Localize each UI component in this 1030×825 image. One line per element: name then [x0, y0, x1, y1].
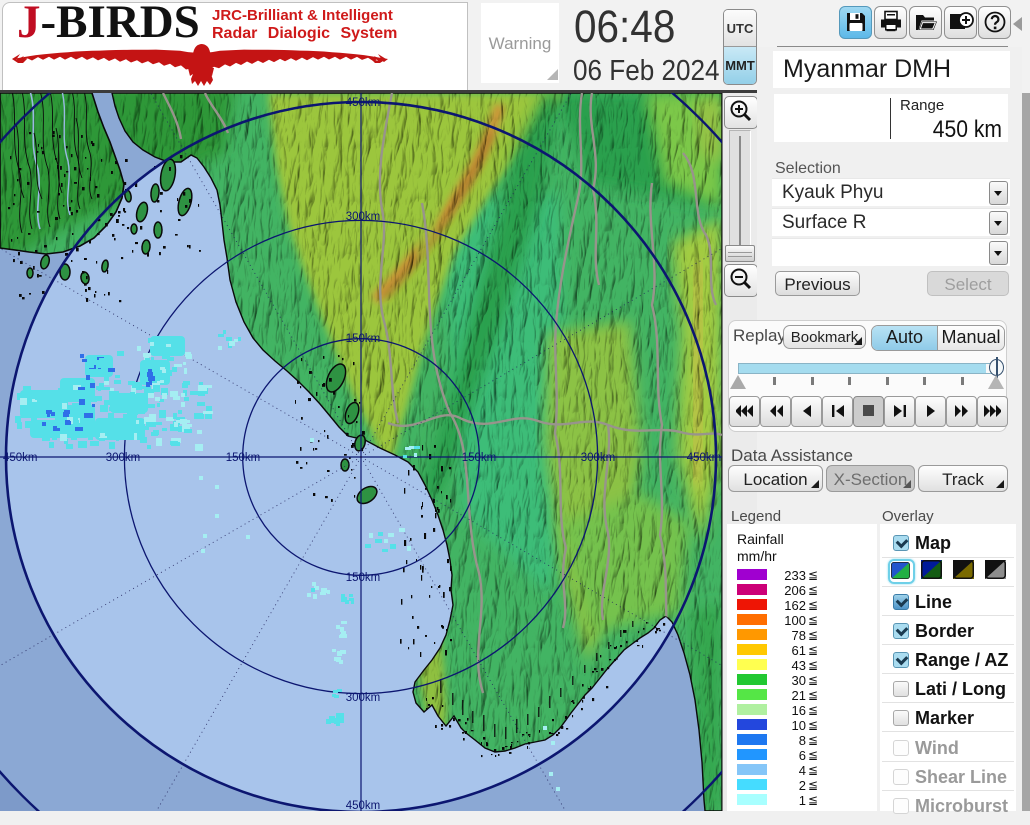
svg-text:450km: 450km — [346, 97, 381, 109]
svg-text:150km: 150km — [226, 452, 261, 464]
svg-text:150km: 150km — [346, 333, 381, 345]
svg-text:300km: 300km — [346, 692, 381, 704]
svg-text:300km: 300km — [346, 211, 381, 223]
svg-text:300km: 300km — [106, 452, 141, 464]
svg-text:150km: 150km — [346, 572, 381, 584]
svg-text:300km: 300km — [581, 452, 616, 464]
svg-text:450km: 450km — [346, 800, 381, 811]
svg-text:150km: 150km — [462, 452, 497, 464]
svg-text:450km: 450km — [3, 452, 38, 464]
svg-text:450km: 450km — [687, 452, 722, 464]
